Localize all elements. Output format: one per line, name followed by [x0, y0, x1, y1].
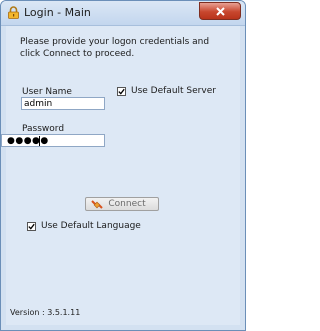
close-icon: [215, 6, 225, 16]
title-bar[interactable]: Login - Main: [1, 1, 245, 26]
password-mask: ●●●●●: [7, 136, 49, 146]
check-icon: [118, 88, 125, 95]
text-caret: [39, 136, 40, 146]
instructions-text: Please provide your logon credentials an…: [20, 37, 210, 59]
lock-icon: [8, 6, 19, 19]
connect-label: Connect: [108, 199, 146, 209]
window-title: Login - Main: [24, 6, 91, 19]
username-label: User Name: [22, 87, 72, 97]
checkbox-box[interactable]: [117, 86, 126, 96]
connect-plug-icon: [91, 200, 103, 209]
login-window: Login - Main Please provide your logon c…: [0, 0, 246, 331]
use-default-server-label: Use Default Server: [131, 86, 216, 96]
password-label: Password: [22, 124, 65, 134]
login-form: Please provide your logon credentials an…: [1, 26, 240, 325]
username-field[interactable]: admin: [21, 97, 105, 110]
close-button[interactable]: [199, 2, 241, 20]
password-field[interactable]: ●●●●●: [1, 134, 105, 147]
checkbox-box[interactable]: [27, 221, 36, 231]
use-default-language-label: Use Default Language: [41, 221, 141, 231]
version-text: Version : 3.5.1.11: [10, 308, 81, 317]
use-default-server-checkbox[interactable]: Use Default Server: [117, 86, 216, 96]
connect-button[interactable]: Connect: [85, 197, 159, 211]
check-icon: [28, 223, 35, 230]
use-default-language-checkbox[interactable]: Use Default Language: [27, 221, 141, 231]
